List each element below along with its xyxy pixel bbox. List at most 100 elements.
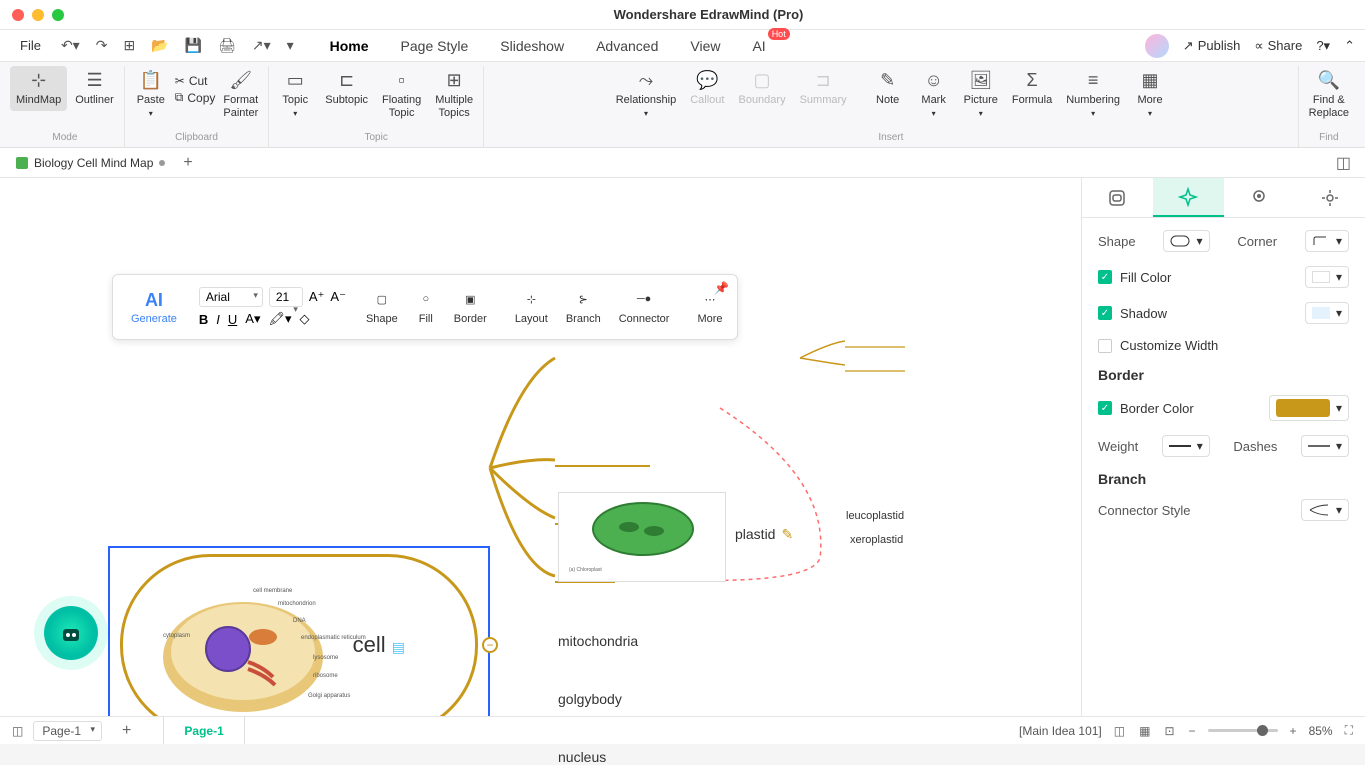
branch-tool[interactable]: ⊱Branch — [558, 289, 609, 325]
tab-advanced[interactable]: Advanced — [580, 32, 674, 60]
zoom-in-button[interactable]: + — [1288, 724, 1299, 738]
paste-button[interactable]: 📋Paste▾ — [129, 66, 173, 123]
fill-tool[interactable]: ○Fill — [408, 289, 444, 325]
find-replace-button[interactable]: 🔍Find & Replace — [1303, 66, 1355, 124]
node-golgybody[interactable]: golgybody — [558, 691, 622, 707]
file-menu[interactable]: File — [10, 34, 51, 57]
redo-button[interactable]: ↷ — [90, 33, 114, 58]
connector-tool[interactable]: ─●Connector — [611, 289, 678, 325]
collapse-handle[interactable]: − — [482, 637, 498, 653]
add-page-button[interactable]: + — [110, 722, 143, 740]
share-button[interactable]: ∝Share — [1254, 38, 1302, 54]
subtopic-button[interactable]: ⊏Subtopic — [319, 66, 374, 111]
shadow-combo[interactable]: ▾ — [1305, 302, 1349, 324]
add-tab-button[interactable]: + — [175, 150, 200, 176]
tab-view[interactable]: View — [674, 32, 736, 60]
node-nucleus[interactable]: nucleus — [558, 749, 606, 765]
tab-ai[interactable]: AIHot — [736, 32, 781, 60]
node-cell-selected[interactable]: cell membrane cytoplasm mitochondrion DN… — [108, 546, 490, 744]
save-button[interactable]: 💾 — [179, 33, 208, 58]
ai-assistant-fab[interactable] — [44, 606, 98, 660]
cut-button[interactable]: ✂Cut — [175, 74, 216, 88]
layout-tool[interactable]: ⊹Layout — [507, 289, 556, 325]
clear-format-button[interactable]: ◇ — [300, 311, 310, 327]
dashes-combo[interactable]: ▾ — [1301, 435, 1349, 457]
border-color-combo[interactable]: ▾ — [1269, 395, 1349, 421]
fullscreen-icon[interactable]: ⛶ — [1343, 723, 1355, 738]
fill-color-combo[interactable]: ▾ — [1305, 266, 1349, 288]
pin-icon[interactable]: 📌 — [714, 281, 729, 295]
underline-button[interactable]: U — [228, 312, 237, 327]
note-button[interactable]: ✎Note — [866, 66, 910, 111]
page-select[interactable]: Page-1 — [33, 721, 102, 741]
shadow-checkbox[interactable]: ✓ — [1098, 306, 1112, 320]
weight-combo[interactable]: ▾ — [1162, 435, 1210, 457]
numbering-button[interactable]: ≡Numbering▾ — [1060, 66, 1126, 123]
format-painter-button[interactable]: 🖌Format Painter — [217, 66, 264, 124]
topic-button[interactable]: ▭Topic▾ — [273, 66, 317, 123]
avatar[interactable] — [1145, 34, 1169, 58]
publish-button[interactable]: ↗Publish — [1183, 38, 1241, 54]
floating-topic-button[interactable]: ▫Floating Topic — [376, 66, 427, 124]
document-tab[interactable]: Biology Cell Mind Map — [6, 152, 175, 174]
fit-icon[interactable]: ⊡ — [1162, 724, 1176, 738]
new-button[interactable]: ⊞ — [117, 33, 141, 58]
undo-button[interactable]: ↶▾ — [55, 33, 86, 58]
formula-button[interactable]: ΣFormula — [1006, 66, 1058, 111]
print-button[interactable]: 🖨 — [212, 33, 242, 58]
tab-page-style[interactable]: Page Style — [385, 32, 485, 60]
more-button[interactable]: ▾ — [281, 33, 300, 58]
page-tab-active[interactable]: Page-1 — [163, 717, 244, 744]
picture-button[interactable]: 🖼Picture▾ — [958, 66, 1004, 123]
border-color-checkbox[interactable]: ✓ — [1098, 401, 1112, 415]
customize-width-checkbox[interactable]: ✓ — [1098, 339, 1112, 353]
highlight-button[interactable]: 🖍▾ — [268, 311, 291, 327]
panel-tab-settings[interactable] — [1294, 178, 1365, 217]
border-tool[interactable]: ▣Border — [446, 289, 495, 325]
zoom-slider[interactable] — [1208, 729, 1278, 732]
collapse-ribbon-button[interactable]: ⌃ — [1344, 38, 1355, 54]
tab-slideshow[interactable]: Slideshow — [484, 32, 580, 60]
relationship-button[interactable]: ⤳Relationship▾ — [610, 66, 683, 123]
italic-button[interactable]: I — [216, 312, 220, 327]
maximize-icon[interactable] — [52, 9, 64, 21]
node-xeroplastid[interactable]: xeroplastid — [850, 534, 903, 546]
shape-combo[interactable]: ▾ — [1163, 230, 1209, 252]
panel-tab-page[interactable] — [1082, 178, 1153, 217]
close-icon[interactable] — [12, 9, 24, 21]
multiple-topics-button[interactable]: ⊞Multiple Topics — [429, 66, 479, 124]
tab-home[interactable]: Home — [314, 32, 385, 60]
node-mitochondria[interactable]: mitochondria — [558, 633, 638, 649]
mark-button[interactable]: ☺Mark▾ — [912, 66, 956, 123]
panel-tab-style[interactable] — [1153, 178, 1224, 217]
outliner-button[interactable]: ☰Outliner — [69, 66, 120, 111]
plastid-image[interactable]: (a) Chloroplast — [558, 492, 726, 582]
view-mode-1-icon[interactable]: ◫ — [1112, 724, 1127, 738]
decrease-font-button[interactable]: A⁻ — [330, 289, 346, 305]
shape-tool[interactable]: ▢Shape — [358, 289, 406, 325]
mindmap-button[interactable]: ⊹MindMap — [10, 66, 67, 111]
minimize-icon[interactable] — [32, 9, 44, 21]
help-button[interactable]: ?▾ — [1316, 38, 1330, 54]
export-button[interactable]: ↗▾ — [246, 33, 277, 58]
connector-style-combo[interactable]: ▾ — [1301, 499, 1349, 521]
copy-button[interactable]: ⧉Copy — [175, 90, 216, 105]
font-color-button[interactable]: A▾ — [245, 311, 260, 327]
view-mode-2-icon[interactable]: ▦ — [1137, 724, 1152, 738]
more-insert-button[interactable]: ▦More▾ — [1128, 66, 1172, 123]
font-size-select[interactable]: 21 — [269, 287, 303, 307]
fill-color-checkbox[interactable]: ✓ — [1098, 270, 1112, 284]
open-button[interactable]: 📂 — [145, 33, 174, 58]
zoom-out-button[interactable]: − — [1187, 724, 1198, 738]
panel-tab-map[interactable] — [1224, 178, 1295, 217]
canvas[interactable]: (a) Chloroplast plastid✎ mitochondria go… — [0, 178, 1081, 716]
ai-generate-button[interactable]: AI Generate — [121, 290, 187, 325]
corner-combo[interactable]: ▾ — [1305, 230, 1349, 252]
node-plastid[interactable]: plastid✎ — [735, 526, 793, 543]
pages-icon[interactable]: ◫ — [10, 724, 25, 738]
note-indicator-icon[interactable]: ▤ — [392, 639, 405, 655]
node-leucoplastid[interactable]: leucoplastid — [846, 510, 904, 522]
font-family-select[interactable]: Arial — [199, 287, 263, 307]
edit-icon[interactable]: ✎ — [781, 526, 793, 543]
panel-toggle-button[interactable]: ◫ — [1328, 149, 1359, 177]
